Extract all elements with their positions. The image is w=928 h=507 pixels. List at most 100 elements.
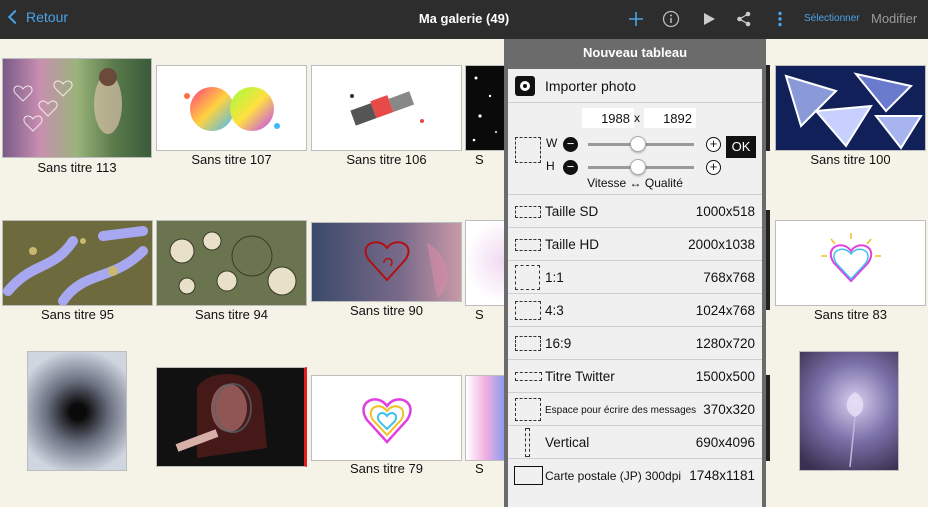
ratio-4-3-icon [515,301,541,320]
preset-message-space[interactable]: Espace pour écrire des messages 370x320 [508,393,762,426]
import-photo-button[interactable]: Importer photo [508,69,762,103]
preset-label: 1:1 [545,270,564,285]
gallery-item[interactable]: Sans titre 90 [311,222,462,318]
preset-size: 1748x1181 [689,468,755,483]
chevron-left-icon [7,9,23,25]
artwork-thumbnail-triangles [784,72,923,150]
height-slider-handle[interactable] [630,159,646,175]
gallery-item-edge [766,210,770,310]
preset-label: Espace pour écrire des messages [545,405,697,416]
back-button[interactable]: Retour [6,9,68,25]
preset-size: 1500x500 [695,369,755,384]
ratio-sd-icon [515,206,541,218]
gallery-item-caption: Sans titre 106 [346,152,427,167]
preset-size: 2000x1038 [688,237,755,252]
artwork-thumbnail [775,220,926,306]
gallery-item[interactable] [27,351,127,471]
preset-sd[interactable]: Taille SD 1000x518 [508,195,762,228]
select-button[interactable]: Sélectionner [804,13,860,24]
panel-title: Nouveau tableau [582,45,688,60]
artwork-thumbnail-brush-strokes [3,226,148,305]
back-label: Retour [26,9,69,25]
artwork-thumbnail-rainbow-heart [821,233,881,283]
import-photo-label: Importer photo [545,78,637,94]
custom-ratio-icon [515,137,541,163]
preset-size: 1000x518 [695,204,755,219]
ratio-16-9-icon [515,336,541,351]
gallery-item[interactable]: Sans titre 106 [311,65,462,167]
share-icon [737,11,751,27]
artwork-thumbnail [311,65,462,151]
info-button[interactable] [661,8,681,30]
ratio-twitter-icon [515,372,542,381]
preset-size: 1280x720 [695,336,755,351]
gallery-item-edge [766,65,770,151]
ok-button[interactable]: OK [726,136,756,158]
more-vert-icon [778,11,782,27]
panel-content: Importer photo x W − + H − + OK Vitesse … [508,69,762,507]
height-label: H [546,159,555,173]
gallery-item[interactable]: Sans titre 95 [2,220,153,322]
preset-16-9[interactable]: 16:9 1280x720 [508,327,762,360]
preset-twitter-header[interactable]: Titre Twitter 1500x500 [508,360,762,393]
preset-label: Carte postale (JP) 300dpi [545,469,682,483]
artwork-thumbnail-circles [169,231,297,296]
camera-icon [515,76,535,96]
width-label: W [546,136,558,150]
gallery-item[interactable]: Sans titre 83 [775,220,926,322]
gallery-item[interactable]: S [465,375,505,476]
more-button[interactable] [770,8,790,30]
artwork-thumbnail [775,65,926,151]
ratio-vertical-icon [525,428,530,457]
gallery-item-caption: Sans titre 79 [350,461,423,476]
top-bar: Retour Ma galerie (49) Sélectionner Modi… [0,0,928,39]
preset-1-1[interactable]: 1:1 768x768 [508,261,762,294]
gallery-item-caption: S [475,307,484,322]
preset-label: Titre Twitter [545,369,615,384]
size-separator: x [634,111,640,125]
gallery-item[interactable]: S [465,220,505,322]
artwork-thumbnail [156,65,307,151]
gallery-item[interactable]: Sans titre 79 [311,375,462,476]
play-icon [704,13,715,25]
preset-4-3[interactable]: 4:3 1024x768 [508,294,762,327]
speed-quality-label: Vitesse ↔ Qualité [587,176,683,190]
height-decrease-button[interactable]: − [563,160,578,175]
width-slider-handle[interactable] [630,136,646,152]
height-input[interactable] [644,108,696,128]
preset-postcard-jp[interactable]: Carte postale (JP) 300dpi 1748x1181 [508,459,762,492]
preset-hd[interactable]: Taille HD 2000x1038 [508,228,762,261]
preset-size: 690x4096 [695,435,755,450]
share-button[interactable] [734,8,754,30]
ratio-hd-icon [515,239,541,251]
gallery-item[interactable] [156,367,307,467]
gallery-item[interactable]: S [465,65,505,167]
artwork-thumbnail [311,222,462,302]
preset-vertical[interactable]: Vertical 690x4096 [508,426,762,459]
width-decrease-button[interactable]: − [563,137,578,152]
gallery-item[interactable]: Sans titre 100 [775,65,926,167]
artwork-thumbnail-rainbow-heart-2 [362,398,412,444]
artwork-thumbnail-paint-splash [184,87,280,131]
add-button[interactable] [626,8,646,30]
play-button[interactable] [699,8,719,30]
gallery-item-edge [766,375,770,461]
preset-size: 370x320 [703,402,755,417]
gallery-item[interactable]: Sans titre 113 [2,58,152,175]
height-increase-button[interactable]: + [706,160,721,175]
ratio-message-icon [515,398,541,421]
ratio-square-icon [515,265,540,290]
artwork-thumbnail [766,210,770,310]
artwork-thumbnail [311,375,462,461]
gallery-item[interactable]: Sans titre 94 [156,220,307,322]
gallery-item-caption: Sans titre 90 [350,303,423,318]
custom-size-section: x W − + H − + OK Vitesse ↔ Qualité [508,103,762,195]
width-input[interactable] [582,108,634,128]
artwork-thumbnail [465,65,505,151]
artwork-thumbnail-flower [846,392,864,468]
width-increase-button[interactable]: + [706,137,721,152]
gallery-item[interactable]: Sans titre 107 [156,65,307,167]
preset-label: Vertical [545,435,590,450]
modify-button[interactable]: Modifier [871,11,917,26]
gallery-item[interactable] [799,351,899,471]
